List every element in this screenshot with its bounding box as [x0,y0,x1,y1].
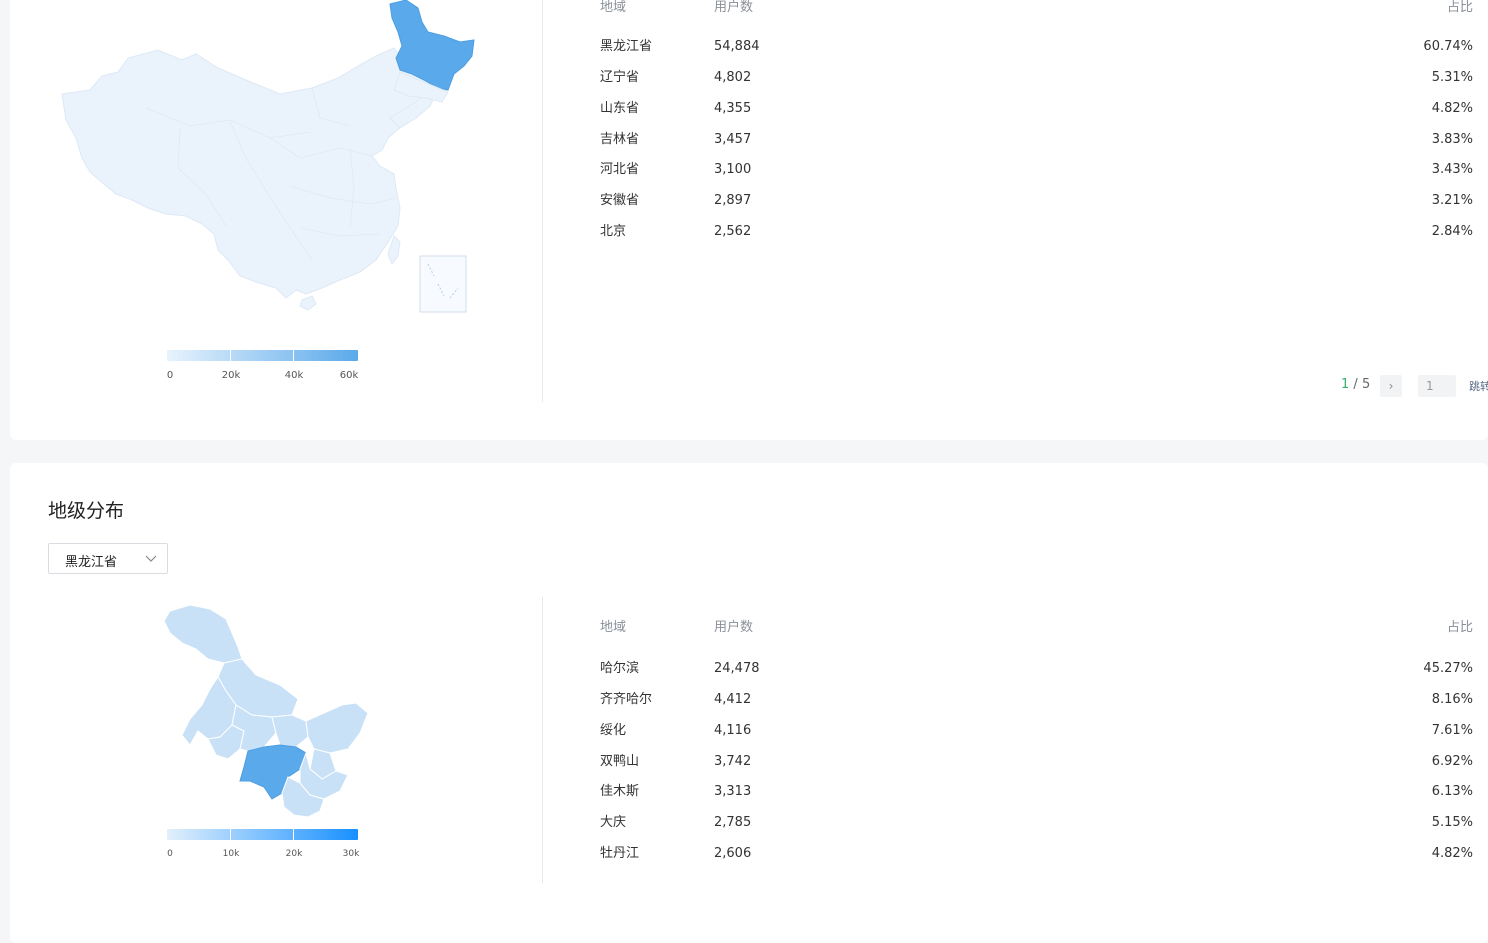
legend-label: 60k [339,370,359,381]
cell-share: 5.15% [1431,815,1473,830]
table-row: 辽宁省 4,802 5.31% [10,68,1488,99]
cell-users: 3,742 [714,754,752,769]
cell-region: 吉林省 [600,132,640,147]
cell-region: 黑龙江省 [600,39,653,54]
cell-users: 24,478 [714,661,760,676]
table-row: 安徽省 2,897 3.21% [10,191,1488,222]
cell-share: 8.16% [1431,692,1473,707]
table-row: 齐齐哈尔 4,412 8.16% [10,690,1488,721]
table-row: 黑龙江省 54,884 60.74% [10,37,1488,68]
province-select-value: 黑龙江省 [65,555,118,570]
province-distribution-card: 0 20k 40k 60k 地域 用户数 占比 黑龙江省 54,884 60.7… [10,0,1488,440]
next-page-button[interactable]: › [1380,375,1402,397]
cell-region: 山东省 [600,101,640,116]
cell-share: 3.21% [1431,193,1473,208]
table-row: 河北省 3,100 3.43% [10,160,1488,191]
province-select[interactable]: 黑龙江省 [48,543,168,574]
table-row: 北京 2,562 2.84% [10,222,1488,253]
table-row: 牡丹江 2,606 4.82% [10,844,1488,875]
cell-share: 60.74% [1423,39,1473,54]
pagination-indicator: 1 / 5 [1341,377,1370,392]
column-header-users: 用户数 [714,0,754,15]
cell-region: 齐齐哈尔 [600,692,653,707]
table-row: 哈尔滨 24,478 45.27% [10,659,1488,690]
cell-users: 3,313 [714,784,752,799]
cell-users: 4,116 [714,723,752,738]
cell-share: 6.92% [1431,754,1473,769]
cell-share: 4.82% [1431,101,1473,116]
cell-users: 4,412 [714,692,752,707]
column-header-share: 占比 [1446,0,1473,15]
cell-share: 6.13% [1431,784,1473,799]
cell-users: 3,457 [714,132,752,147]
cell-users: 4,355 [714,101,752,116]
table-row: 大庆 2,785 5.15% [10,813,1488,844]
table-row: 山东省 4,355 4.82% [10,99,1488,130]
table-row: 绥化 4,116 7.61% [10,721,1488,752]
pagination-separator: / [1349,377,1362,392]
cell-users: 2,562 [714,224,752,239]
legend-label: 40k [284,370,304,381]
cell-users: 4,802 [714,70,752,85]
page-jump-input[interactable] [1418,375,1456,397]
column-header-share: 占比 [1446,620,1473,635]
table-row: 双鸭山 3,742 6.92% [10,752,1488,783]
cell-users: 3,100 [714,162,752,177]
cell-region: 河北省 [600,162,640,177]
cell-share: 3.83% [1431,132,1473,147]
cell-users: 54,884 [714,39,760,54]
legend-tick [230,350,231,361]
cell-region: 北京 [600,224,627,239]
column-header-users: 用户数 [714,620,754,635]
column-header-region: 地域 [600,620,627,635]
cell-share: 5.31% [1431,70,1473,85]
cell-region: 安徽省 [600,193,640,208]
section-title: 地级分布 [48,500,125,522]
cell-region: 大庆 [600,815,627,830]
cell-region: 辽宁省 [600,70,640,85]
map-region-daxinganling[interactable] [163,604,243,664]
cell-share: 3.43% [1431,162,1473,177]
cell-users: 2,897 [714,193,752,208]
table-row: 佳木斯 3,313 6.13% [10,782,1488,813]
cell-share: 7.61% [1431,723,1473,738]
cell-share: 2.84% [1431,224,1473,239]
table-row: 吉林省 3,457 3.83% [10,130,1488,161]
legend-label: 20k [221,370,241,381]
legend-label: 0 [166,370,174,381]
south-china-sea-inset [419,255,467,313]
pagination-total: 5 [1361,377,1371,392]
cell-users: 2,606 [714,846,752,861]
cell-share: 4.82% [1431,846,1473,861]
cell-users: 2,785 [714,815,752,830]
cell-share: 45.27% [1423,661,1473,676]
cell-region: 双鸭山 [600,754,640,769]
cell-region: 哈尔滨 [600,661,640,676]
map-region-hainan[interactable] [299,295,317,311]
cell-region: 牡丹江 [600,846,640,861]
cell-region: 佳木斯 [600,784,640,799]
cell-region: 绥化 [600,723,627,738]
jump-button[interactable]: 跳转 [1469,378,1488,394]
column-header-region: 地域 [600,0,627,15]
province-legend-bar [167,350,358,361]
legend-tick [293,350,294,361]
city-distribution-card: 地级分布 黑龙江省 0 10k 20k 30k 地域 用户数 占比 哈尔滨 24… [10,463,1488,943]
chevron-down-icon [145,555,157,562]
